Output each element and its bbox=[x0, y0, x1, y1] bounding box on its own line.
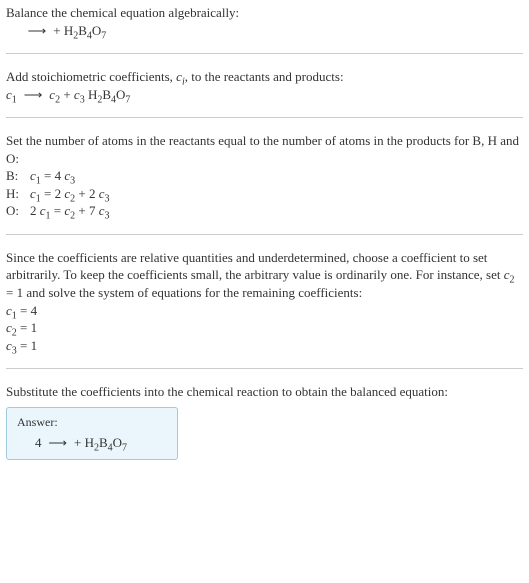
eq-o: 2 c1 = c2 + 7 c3 bbox=[30, 202, 110, 220]
el-b: B bbox=[102, 87, 111, 102]
eq1: = 1 bbox=[6, 285, 23, 300]
sub-7: 7 bbox=[101, 30, 106, 41]
el-b: B bbox=[99, 435, 108, 450]
plus-text: + bbox=[71, 435, 85, 450]
el-o: O bbox=[92, 23, 101, 38]
el-h: H bbox=[88, 87, 97, 102]
text-a: Since the coefficients are relative quan… bbox=[6, 250, 504, 283]
eq: = 4 bbox=[41, 168, 65, 183]
el-h: H bbox=[64, 23, 73, 38]
answer-equation: 4 ⟶ + H2B4O7 bbox=[17, 434, 167, 452]
label-h: H: bbox=[6, 185, 30, 203]
eq1: = bbox=[51, 203, 65, 218]
solve-line1: Since the coefficients are relative quan… bbox=[6, 249, 523, 302]
val: = 1 bbox=[17, 338, 37, 353]
result-c1: c1 = 4 bbox=[6, 302, 523, 320]
el-o: O bbox=[116, 87, 125, 102]
coef-4: 4 bbox=[35, 435, 45, 450]
eq2: + 7 bbox=[75, 203, 99, 218]
el-h: H bbox=[85, 435, 94, 450]
row-h: H: c1 = 2 c2 + 2 c3 bbox=[6, 185, 523, 203]
section-solve: Since the coefficients are relative quan… bbox=[6, 249, 523, 368]
text-b: and solve the system of equations for th… bbox=[23, 285, 362, 300]
coeff-equation: c1 ⟶ c2 + c3 H2B4O7 bbox=[6, 86, 523, 104]
plus-text: + bbox=[50, 23, 64, 38]
eq-h: c1 = 2 c2 + 2 c3 bbox=[30, 185, 110, 203]
answer-box: Answer: 4 ⟶ + H2B4O7 bbox=[6, 407, 178, 461]
el-o: O bbox=[113, 435, 122, 450]
spacer bbox=[6, 401, 523, 407]
arrow-icon: ⟶ bbox=[45, 434, 71, 452]
c3-sub: 3 bbox=[80, 94, 85, 105]
row-b: B: c1 = 4 c3 bbox=[6, 167, 523, 185]
sub-7: 7 bbox=[125, 94, 130, 105]
formula-h2b4o7: H2B4O7 bbox=[85, 435, 127, 450]
label-o: O: bbox=[6, 202, 30, 220]
divider bbox=[6, 117, 523, 118]
intro-line1: Balance the chemical equation algebraica… bbox=[6, 4, 523, 22]
coeff-line1: Add stoichiometric coefficients, ci, to … bbox=[6, 68, 523, 86]
divider bbox=[6, 234, 523, 235]
val: = 4 bbox=[17, 303, 37, 318]
val: = 1 bbox=[17, 320, 37, 335]
label-b: B: bbox=[6, 167, 30, 185]
text-b: , to the reactants and products: bbox=[185, 69, 344, 84]
section-atom-balance: Set the number of atoms in the reactants… bbox=[6, 132, 523, 234]
row-o: O: 2 c1 = c2 + 7 c3 bbox=[6, 202, 523, 220]
result-c3: c3 = 1 bbox=[6, 337, 523, 355]
divider bbox=[6, 368, 523, 369]
answer-title: Answer: bbox=[17, 414, 167, 430]
sub-7: 7 bbox=[122, 443, 127, 454]
c1-sub: 1 bbox=[12, 94, 17, 105]
balance-line1: Set the number of atoms in the reactants… bbox=[6, 132, 523, 167]
text-a: Add stoichiometric coefficients, bbox=[6, 69, 176, 84]
arrow-icon: ⟶ bbox=[20, 86, 46, 104]
n3: 3 bbox=[105, 211, 110, 222]
two: 2 bbox=[30, 203, 40, 218]
answer-intro: Substitute the coefficients into the che… bbox=[6, 383, 523, 401]
eq2: + 2 bbox=[75, 186, 99, 201]
n2: 2 bbox=[510, 275, 515, 286]
formula-h2b4o7: H2B4O7 bbox=[64, 23, 106, 38]
result-c2: c2 = 1 bbox=[6, 319, 523, 337]
section-intro: Balance the chemical equation algebraica… bbox=[6, 4, 523, 53]
intro-equation: ⟶ + H2B4O7 bbox=[6, 22, 523, 40]
el-b: B bbox=[78, 23, 87, 38]
eq1: = 2 bbox=[41, 186, 65, 201]
divider bbox=[6, 53, 523, 54]
eq-b: c1 = 4 c3 bbox=[30, 167, 75, 185]
plus-text: + bbox=[60, 87, 74, 102]
arrow-icon: ⟶ bbox=[24, 22, 50, 40]
section-coefficients: Add stoichiometric coefficients, ci, to … bbox=[6, 68, 523, 117]
section-answer: Substitute the coefficients into the che… bbox=[6, 383, 523, 460]
formula-h2b4o7: H2B4O7 bbox=[88, 87, 130, 102]
